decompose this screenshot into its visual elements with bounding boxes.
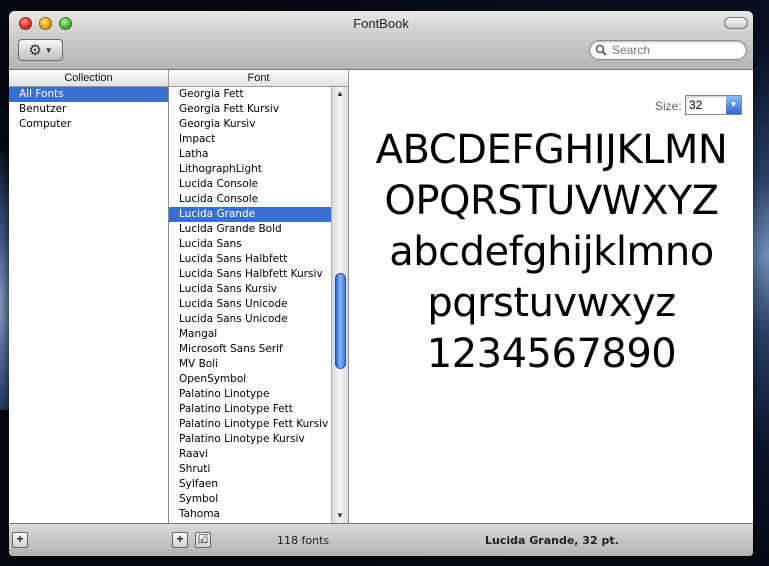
list-item[interactable]: Lucida Sans Unicode [169,297,331,312]
sample-line-digits: 1234567890 [426,331,677,377]
size-label: Size: [655,99,682,113]
font-list-scrollbar[interactable]: ▲ ▼ [331,87,348,523]
collection-item-all-fonts[interactable]: All Fonts [9,87,168,102]
list-item[interactable]: Georgia Kursiv [169,117,331,132]
list-item[interactable]: OpenSymbol [169,372,331,387]
list-item[interactable]: Impact [169,132,331,147]
list-item[interactable]: Mangal [169,327,331,342]
font-rows: Georgia Fett Georgia Fett Kursiv Georgia… [169,87,331,522]
list-item[interactable]: Palatino Linotype [169,387,331,402]
add-collection-button[interactable]: + [12,532,28,548]
chevron-down-icon: ▼ [44,45,53,55]
list-item[interactable]: Microsoft Sans Serif [169,342,331,357]
selected-font-status: Lucida Grande, 32 pt. [485,534,619,547]
size-combobox[interactable]: ▼ [685,95,742,115]
search-input[interactable] [612,43,740,57]
scroll-down-icon[interactable]: ▼ [332,509,348,523]
list-item-selected[interactable]: Lucida Grande [169,207,331,222]
chevron-down-icon[interactable]: ▼ [726,96,741,114]
add-font-button[interactable]: + [172,532,188,548]
font-sample-text: ABCDEFGHIJKLMN OPQRSTUVWXYZ abcdefghijkl… [350,125,753,380]
collection-list: All Fonts Benutzer Computer [9,87,169,523]
window-title: FontBook [353,16,409,31]
sample-line-lowercase-1: abcdefghijklmno [389,229,714,275]
list-item[interactable]: Sylfaen [169,477,331,492]
font-list: Georgia Fett Georgia Fett Kursiv Georgia… [169,87,349,523]
collection-item-benutzer[interactable]: Benutzer [9,102,168,117]
font-preview-pane: Size: ▼ ABCDEFGHIJKLMN OPQRSTUVWXYZ abcd… [350,70,753,523]
list-item[interactable]: Lucida Sans [169,237,331,252]
toolbar-toggle-button[interactable] [724,17,748,29]
scrollbar-thumb[interactable] [335,273,346,369]
list-item[interactable]: Latha [169,147,331,162]
collection-column-header[interactable]: Collection [9,70,169,87]
fontbook-window: FontBook ⚙ ▼ Collection Font All Fonts B… [9,11,753,556]
list-item[interactable]: Lucida Sans Unicode [169,312,331,327]
list-item[interactable]: Lucida Sans Halbfett [169,252,331,267]
list-item[interactable]: LithographLight [169,162,331,177]
font-count-label: 118 fonts [277,534,330,547]
list-item[interactable]: Symbol [169,492,331,507]
list-item[interactable]: Palatino Linotype Fett [169,402,331,417]
list-item[interactable]: Lucida Sans Halbfett Kursiv [169,267,331,282]
action-menu-button[interactable]: ⚙ ▼ [18,39,63,61]
scroll-up-icon[interactable]: ▲ [332,87,348,101]
list-item[interactable]: Lucida Grande Bold [169,222,331,237]
font-column-header[interactable]: Font [169,70,349,87]
list-item[interactable]: Raavi [169,447,331,462]
list-item[interactable]: Tahoma [169,507,331,522]
window-toolbar: FontBook ⚙ ▼ [9,11,753,70]
list-item[interactable]: Lucida Console [169,177,331,192]
gear-icon: ⚙ [28,41,42,59]
search-icon [595,44,607,56]
list-item[interactable]: Shruti [169,462,331,477]
list-item[interactable]: Palatino Linotype Fett Kursiv [169,417,331,432]
list-item[interactable]: Palatino Linotype Kursiv [169,432,331,447]
validate-font-button[interactable]: ☑ [195,532,211,548]
sample-line-lowercase-2: pqrstuvwxyz [427,280,676,326]
sample-line-uppercase-1: ABCDEFGHIJKLMN [375,127,728,173]
collection-item-computer[interactable]: Computer [9,117,168,132]
list-item[interactable]: Lucida Sans Kursiv [169,282,331,297]
list-item[interactable]: Georgia Fett [169,87,331,102]
search-field[interactable] [589,40,747,60]
list-item[interactable]: MV Boli [169,357,331,372]
list-item[interactable]: Lucida Console [169,192,331,207]
size-input[interactable] [689,98,725,112]
window-bottom-bar: + + ☑ 118 fonts Lucida Grande, 32 pt. [9,523,753,556]
list-item[interactable]: Georgia Fett Kursiv [169,102,331,117]
sample-line-uppercase-2: OPQRSTUVWXYZ [384,178,719,224]
